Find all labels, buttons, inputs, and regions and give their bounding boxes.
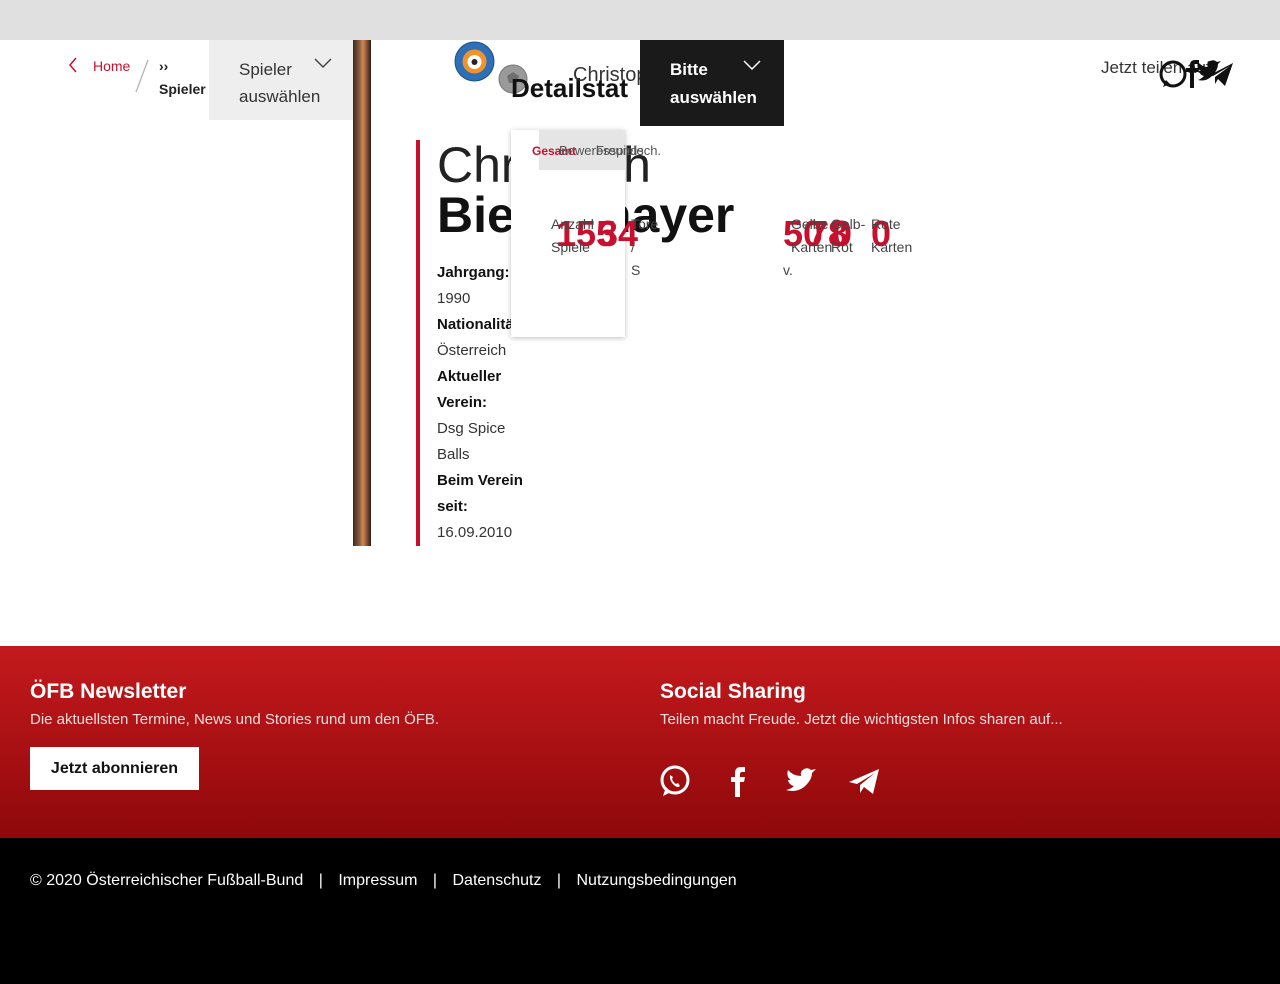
social-sharing-text: Teilen macht Freude. Jetzt die wichtigst… bbox=[660, 711, 1063, 728]
tab-freundschaftsspiele[interactable]: Freundsch. bbox=[596, 143, 661, 158]
player-select[interactable]: Spieler auswählen bbox=[209, 40, 353, 120]
player-select-label: Spieler auswählen bbox=[239, 60, 321, 106]
player-photo bbox=[353, 40, 371, 546]
twitter-icon[interactable] bbox=[785, 765, 817, 797]
stat-label-goals: Tore / S bbox=[631, 216, 659, 278]
social-sharing-title: Social Sharing bbox=[660, 680, 806, 703]
header-share-icons[interactable] bbox=[1158, 58, 1234, 90]
chevron-left-icon[interactable] bbox=[66, 56, 80, 74]
legal-links: © 2020 Österreichischer Fußball-Bund | I… bbox=[30, 872, 737, 890]
footer-main: ÖFB Newsletter Die aktuellsten Termine, … bbox=[0, 646, 1280, 838]
top-bar bbox=[0, 0, 1280, 40]
stat-label-partial: v. bbox=[783, 262, 793, 278]
footer-legal: © 2020 Österreichischer Fußball-Bund | I… bbox=[0, 838, 1280, 984]
link-separator: | bbox=[318, 872, 323, 889]
stat-label-red: Rote Karten bbox=[871, 216, 913, 255]
info-value-nationality: Österreich bbox=[437, 342, 507, 359]
info-value-current-club: Dsg Spice Balls bbox=[437, 420, 506, 463]
chevron-down-icon bbox=[743, 60, 761, 71]
datenschutz-link[interactable]: Datenschutz bbox=[453, 872, 542, 890]
link-separator: | bbox=[556, 872, 562, 889]
newsletter-subscribe-button[interactable]: Jetzt abonnieren bbox=[30, 747, 199, 790]
info-label-club-since: Beim Verein seit: bbox=[437, 472, 523, 515]
impressum-link[interactable]: Impressum bbox=[338, 872, 417, 890]
copyright-text: © 2020 Österreichischer Fußball-Bund bbox=[30, 872, 304, 889]
info-label-current-club: Aktueller Verein: bbox=[437, 368, 502, 411]
breadcrumb-current-marker: ›› bbox=[159, 58, 169, 74]
header-player-name: Christoph Biegelmayer bbox=[573, 64, 643, 86]
nutzungsbedingungen-link[interactable]: Nutzungsbedingungen bbox=[577, 872, 737, 890]
facebook-icon bbox=[1186, 60, 1199, 88]
newsletter-title: ÖFB Newsletter bbox=[30, 680, 187, 703]
club-logo bbox=[454, 41, 495, 82]
chevron-down-icon bbox=[314, 58, 332, 69]
telegram-icon[interactable] bbox=[848, 765, 880, 797]
stat-label-games: Anzahl Spiele bbox=[551, 216, 594, 255]
stat-label-yellow: Gelbe Karten bbox=[791, 216, 833, 255]
breadcrumb-home-link[interactable]: Home bbox=[93, 58, 130, 74]
breadcrumb-separator bbox=[135, 59, 149, 93]
info-value-club-since: 16.09.2010 bbox=[437, 524, 513, 541]
stat-label-yellow-red: Gelb-Rot bbox=[831, 216, 866, 255]
facebook-icon[interactable] bbox=[722, 765, 754, 797]
accent-bar bbox=[416, 140, 420, 546]
link-separator: | bbox=[432, 872, 438, 889]
newsletter-text: Die aktuellsten Termine, News und Storie… bbox=[30, 711, 440, 728]
whatsapp-icon[interactable] bbox=[659, 765, 691, 797]
season-select[interactable]: Bitte auswählen bbox=[640, 40, 784, 126]
breadcrumb-current: Spieler bbox=[159, 81, 206, 97]
whatsapp-icon bbox=[1159, 60, 1187, 88]
